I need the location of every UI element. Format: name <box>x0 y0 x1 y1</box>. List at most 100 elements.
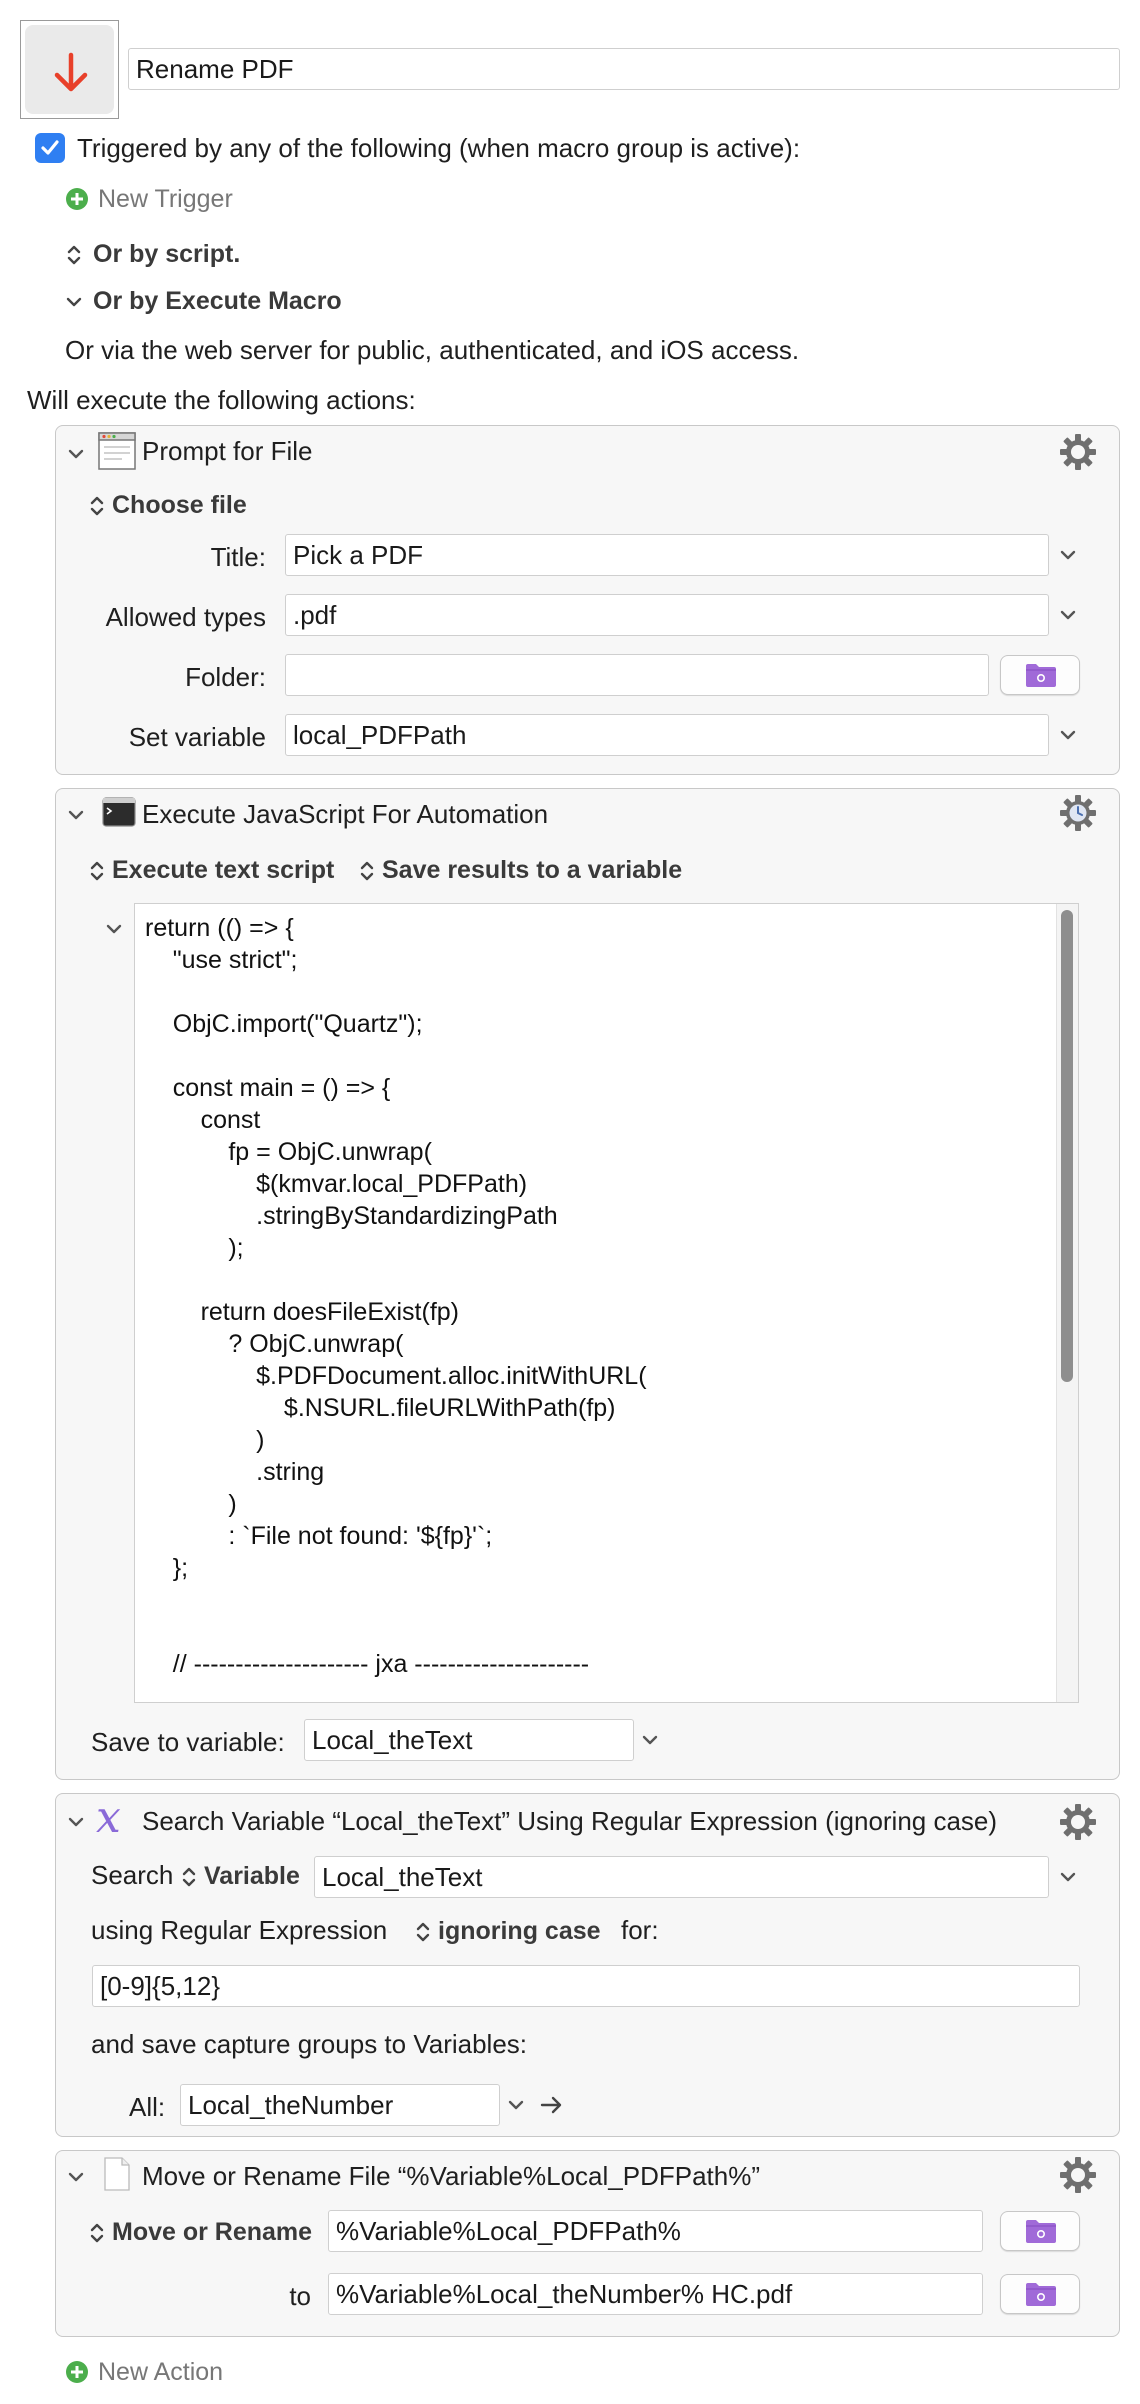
folder-icon <box>1026 664 1056 687</box>
code-line: ? ObjC.unwrap( <box>145 1330 404 1358</box>
title-label: Title: <box>210 542 266 572</box>
destination-folder-button[interactable] <box>1000 2274 1080 2314</box>
plus-circle-icon <box>66 188 88 210</box>
gear-icon[interactable] <box>1058 1802 1098 1842</box>
gear-icon[interactable] <box>1058 432 1098 472</box>
updown-chevron-icon <box>360 861 374 881</box>
variable-x-icon: 𝑥 <box>96 1792 121 1843</box>
terminal-icon <box>102 797 136 827</box>
updown-chevron-icon <box>90 496 104 516</box>
gear-clock-icon[interactable] <box>1058 793 1098 833</box>
code-line: "use strict"; <box>145 946 298 974</box>
trigger-label: Triggered by any of the following (when … <box>77 133 801 163</box>
script-collapse-chevron-icon[interactable] <box>102 917 126 941</box>
checkmark-icon <box>41 140 59 155</box>
window-icon <box>98 432 136 470</box>
web-server-text: Or via the web server for public, authen… <box>65 335 800 365</box>
folder-icon <box>1026 2220 1056 2243</box>
collapse-chevron-icon[interactable] <box>64 442 88 466</box>
search-variable-action[interactable]: 𝑥 Search Variable “Local_theText” Using … <box>55 1792 1120 2137</box>
choose-file-label: Choose file <box>112 491 247 519</box>
title-dropdown-chevron-icon[interactable] <box>1056 543 1080 567</box>
save-to-variable-label: Save to variable: <box>91 1727 285 1757</box>
title-field[interactable]: Pick a PDF <box>285 534 1049 576</box>
folder-icon <box>1026 2283 1056 2306</box>
code-line: $.NSURL.fileURLWithPath(fp) <box>145 1394 616 1422</box>
gear-icon[interactable] <box>1058 2155 1098 2195</box>
folder-field[interactable] <box>285 654 989 696</box>
search-source-label: Variable <box>204 1862 300 1890</box>
code-line: return (() => { <box>145 914 294 942</box>
move-destination-field[interactable]: %Variable%Local_theNumber% HC.pdf <box>328 2273 983 2315</box>
right-arrow-icon[interactable] <box>540 2094 564 2116</box>
move-action-title: Move or Rename File “%Variable%Local_PDF… <box>142 2161 760 2191</box>
code-line: }; <box>145 1554 189 1582</box>
execute-jxa-action[interactable]: Execute JavaScript For Automation Execut… <box>55 788 1120 1780</box>
search-variable-field[interactable]: Local_theText <box>314 1856 1049 1898</box>
script-editor[interactable]: return (() => { "use strict"; ObjC.impor… <box>134 903 1079 1703</box>
save-to-variable-field[interactable]: Local_theText <box>304 1719 634 1761</box>
trigger-checkbox[interactable] <box>35 133 65 163</box>
set-variable-label: Set variable <box>128 722 266 752</box>
search-variable-dropdown-chevron-icon[interactable] <box>1056 1865 1080 1889</box>
prompt-action-title: Prompt for File <box>142 436 313 466</box>
save-results-label: Save results to a variable <box>382 856 683 884</box>
code-line: : `File not found: '${fp}'`; <box>145 1522 493 1550</box>
execute-text-script-label: Execute text script <box>112 856 335 884</box>
code-line: ) <box>145 1490 237 1518</box>
search-label: Search <box>91 1860 174 1890</box>
save-capture-groups-label: and save capture groups to Variables: <box>91 2029 528 2059</box>
regex-field[interactable]: [0-9]{5,12} <box>92 1965 1080 2007</box>
source-folder-button[interactable] <box>1000 2211 1080 2251</box>
code-line: // --------------------- jxa -----------… <box>145 1650 590 1678</box>
code-line: const main = () => { <box>145 1074 391 1102</box>
script-code: return (() => { "use strict"; ObjC.impor… <box>145 912 647 1680</box>
allowed-types-label: Allowed types <box>105 602 266 632</box>
folder-picker-button[interactable] <box>1000 655 1080 695</box>
code-line: ) <box>145 1426 265 1454</box>
code-line: .string <box>145 1458 325 1486</box>
code-line: return doesFileExist(fp) <box>145 1298 459 1326</box>
search-action-title: Search Variable “Local_theText” Using Re… <box>142 1806 998 1836</box>
macro-icon-well[interactable] <box>20 20 119 119</box>
jxa-action-title: Execute JavaScript For Automation <box>142 799 549 829</box>
move-source-field[interactable]: %Variable%Local_PDFPath% <box>328 2210 983 2252</box>
code-line: const <box>145 1106 261 1134</box>
all-label: All: <box>129 2092 166 2122</box>
script-scrollbar-thumb[interactable] <box>1061 910 1073 1382</box>
collapse-chevron-icon[interactable] <box>64 1810 88 1834</box>
macro-name-field[interactable]: Rename PDF <box>128 48 1120 90</box>
set-variable-field[interactable]: local_PDFPath <box>285 714 1049 756</box>
collapse-chevron-icon[interactable] <box>64 2165 88 2189</box>
or-by-script-label: Or by script. <box>93 240 241 268</box>
code-line: ); <box>145 1234 244 1262</box>
prompt-for-file-action[interactable]: Prompt for File Choose file Title: Pick … <box>55 425 1120 775</box>
updown-chevron-icon <box>90 861 104 881</box>
allowed-types-field[interactable]: .pdf <box>285 594 1049 636</box>
all-variable-field[interactable]: Local_theNumber <box>180 2084 500 2126</box>
down-arrow-icon <box>54 52 88 92</box>
code-line: $(kmvar.local_PDFPath) <box>145 1170 528 1198</box>
or-by-execute-label: Or by Execute Macro <box>93 287 342 315</box>
all-variable-dropdown-chevron-icon[interactable] <box>504 2093 528 2117</box>
code-line: $.PDFDocument.alloc.initWithURL( <box>145 1362 647 1390</box>
updown-chevron-icon <box>90 2223 104 2243</box>
folder-label: Folder: <box>185 662 266 692</box>
types-dropdown-chevron-icon[interactable] <box>1056 603 1080 627</box>
save-variable-dropdown-chevron-icon[interactable] <box>638 1728 662 1752</box>
variable-dropdown-chevron-icon[interactable] <box>1056 723 1080 747</box>
ignoring-case-label: ignoring case <box>438 1917 601 1945</box>
code-line: ObjC.import("Quartz"); <box>145 1010 423 1038</box>
updown-chevron-icon <box>416 1922 430 1942</box>
new-trigger-label: New Trigger <box>98 185 233 213</box>
using-regex-label: using Regular Expression <box>91 1915 388 1945</box>
move-rename-action[interactable]: Move or Rename File “%Variable%Local_PDF… <box>55 2150 1120 2337</box>
plus-circle-icon <box>66 2361 88 2383</box>
for-label: for: <box>621 1915 659 1945</box>
collapse-chevron-icon[interactable] <box>64 803 88 827</box>
document-icon <box>104 2157 130 2191</box>
updown-chevron-icon <box>67 245 81 265</box>
